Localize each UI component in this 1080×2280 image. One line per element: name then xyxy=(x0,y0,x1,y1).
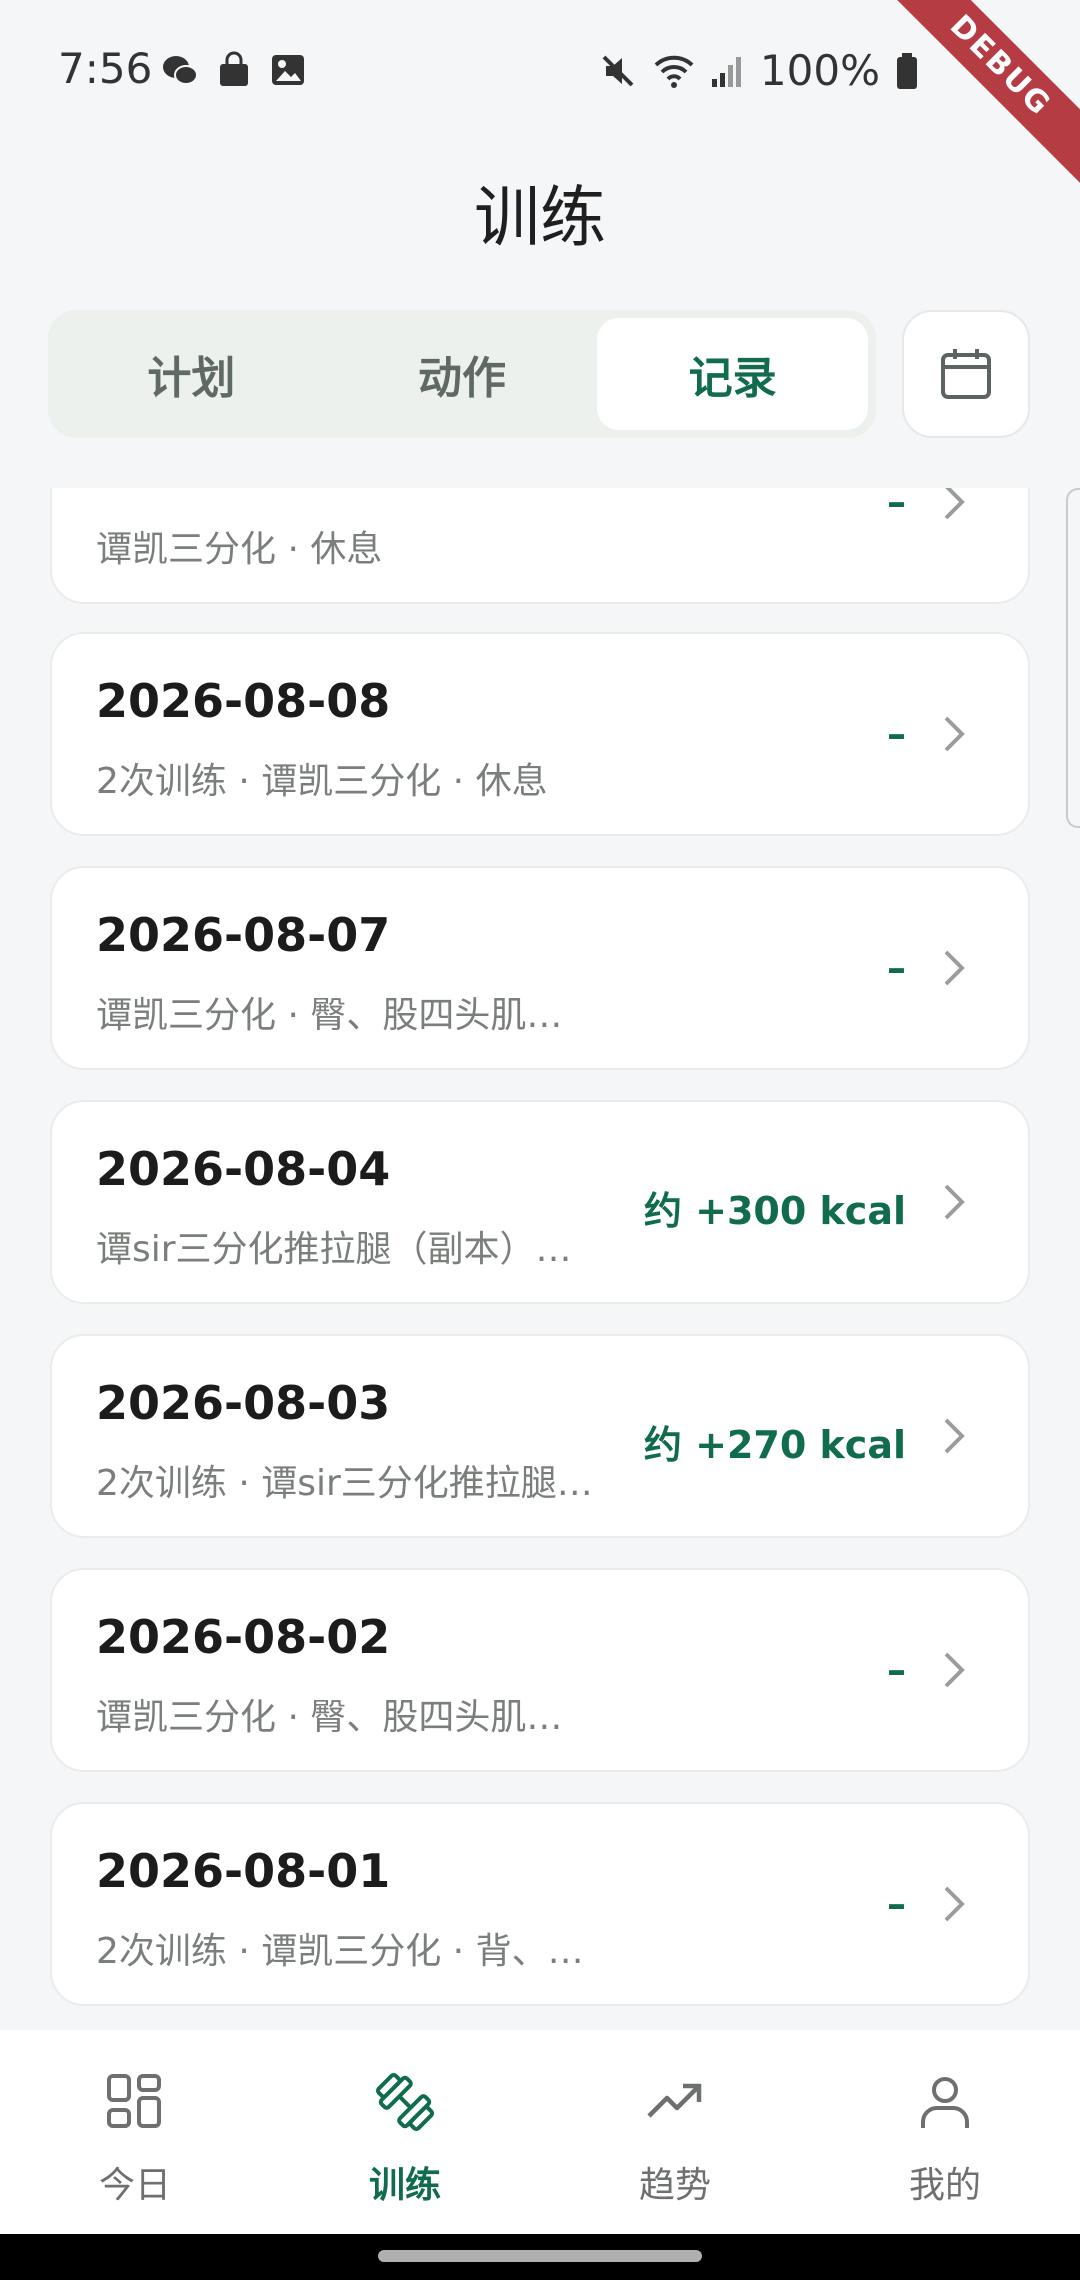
record-card[interactable]: 2026-08-01 2次训练 · 谭凯三分化 · 背、… – xyxy=(50,1802,1030,2006)
calendar-button[interactable] xyxy=(902,310,1030,438)
trending-up-icon xyxy=(647,2083,702,2118)
record-date: 2026-08-01 xyxy=(96,1844,391,1898)
bottom-navigation: 今日 训练 趋势 我的 xyxy=(0,2030,1080,2234)
wechat-icon xyxy=(163,56,198,85)
chevron-right-icon xyxy=(944,716,965,752)
record-calories: 约 +270 kcal xyxy=(643,1423,906,1467)
tab-records[interactable]: 记录 xyxy=(597,318,869,430)
app-bar: 训练 xyxy=(0,140,1080,284)
record-card[interactable]: 2026-08-03 2次训练 · 谭sir三分化推拉腿… 约 +270 kca… xyxy=(50,1334,1030,1538)
scrollbar-thumb[interactable] xyxy=(1066,488,1080,828)
record-subtitle: 谭sir三分化推拉腿（副本）… xyxy=(96,1229,572,1270)
signal-icon xyxy=(711,56,741,87)
chevron-right-icon xyxy=(944,488,965,520)
record-subtitle: 谭凯三分化 · 休息 xyxy=(96,529,383,570)
nav-label: 今日 xyxy=(98,2165,171,2206)
record-calories: – xyxy=(887,1882,906,1926)
record-calories: – xyxy=(887,712,906,756)
record-calories: – xyxy=(887,1648,906,1692)
record-card[interactable]: 谭凯三分化 · 休息 – xyxy=(50,488,1030,604)
dumbbell-icon xyxy=(375,2072,435,2132)
record-card[interactable]: 2026-08-07 谭凯三分化 · 臀、股四头肌… – xyxy=(50,866,1030,1070)
grid-icon xyxy=(107,2074,161,2128)
record-calories: – xyxy=(887,946,906,990)
record-card[interactable]: 2026-08-04 谭sir三分化推拉腿（副本）… 约 +300 kcal xyxy=(50,1100,1030,1304)
records-list[interactable]: 谭凯三分化 · 休息 – 2026-08-08 2次训练 · 谭凯三分化 · 休… xyxy=(0,488,1080,2030)
record-calories: – xyxy=(887,488,906,524)
record-date: 2026-08-04 xyxy=(96,1142,391,1196)
image-icon xyxy=(272,55,304,85)
home-indicator[interactable] xyxy=(378,2250,702,2262)
calendar-icon xyxy=(941,349,991,399)
nav-label: 训练 xyxy=(368,2165,441,2206)
nav-item-training[interactable]: 训练 xyxy=(270,2030,540,2234)
nav-label: 我的 xyxy=(908,2165,981,2206)
tab-exercises[interactable]: 动作 xyxy=(327,318,598,430)
record-date: 2026-08-02 xyxy=(96,1610,391,1664)
record-calories: 约 +300 kcal xyxy=(643,1189,906,1233)
record-subtitle: 2次训练 · 谭凯三分化 · 背、… xyxy=(96,1931,584,1972)
chevron-right-icon xyxy=(944,950,965,986)
page-title: 训练 xyxy=(474,179,606,256)
nav-item-today[interactable]: 今日 xyxy=(0,2030,270,2234)
record-date: 2026-08-08 xyxy=(96,674,391,728)
chevron-right-icon xyxy=(944,1184,965,1220)
tab-plan[interactable]: 计划 xyxy=(56,318,327,430)
battery-icon xyxy=(897,52,917,89)
nav-label: 趋势 xyxy=(638,2165,711,2206)
gesture-bar xyxy=(0,2234,1080,2280)
shopping-bag-icon xyxy=(220,51,248,86)
record-subtitle: 谭凯三分化 · 臀、股四头肌… xyxy=(96,1697,563,1738)
record-subtitle: 2次训练 · 谭sir三分化推拉腿… xyxy=(96,1463,593,1504)
record-card[interactable]: 2026-08-02 谭凯三分化 · 臀、股四头肌… – xyxy=(50,1568,1030,1772)
nav-item-profile[interactable]: 我的 xyxy=(810,2030,1080,2234)
person-icon xyxy=(921,2077,969,2128)
chevron-right-icon xyxy=(944,1652,965,1688)
mute-icon xyxy=(602,55,634,86)
chevron-right-icon xyxy=(944,1418,965,1454)
record-date: 2026-08-07 xyxy=(96,908,391,962)
status-time: 7:56 xyxy=(58,44,153,93)
status-bar: 7:56 100% DEBUG xyxy=(0,0,1080,191)
record-subtitle: 谭凯三分化 · 臀、股四头肌… xyxy=(96,995,563,1036)
record-subtitle: 2次训练 · 谭凯三分化 · 休息 xyxy=(96,761,548,802)
segmented-tabs: 计划 动作 记录 xyxy=(48,310,876,438)
record-card[interactable]: 2026-08-08 2次训练 · 谭凯三分化 · 休息 – xyxy=(50,632,1030,836)
nav-item-trends[interactable]: 趋势 xyxy=(540,2030,810,2234)
battery-percent: 100% xyxy=(759,46,880,95)
record-date: 2026-08-03 xyxy=(96,1376,391,1430)
chevron-right-icon xyxy=(944,1886,965,1922)
wifi-icon xyxy=(654,55,694,88)
